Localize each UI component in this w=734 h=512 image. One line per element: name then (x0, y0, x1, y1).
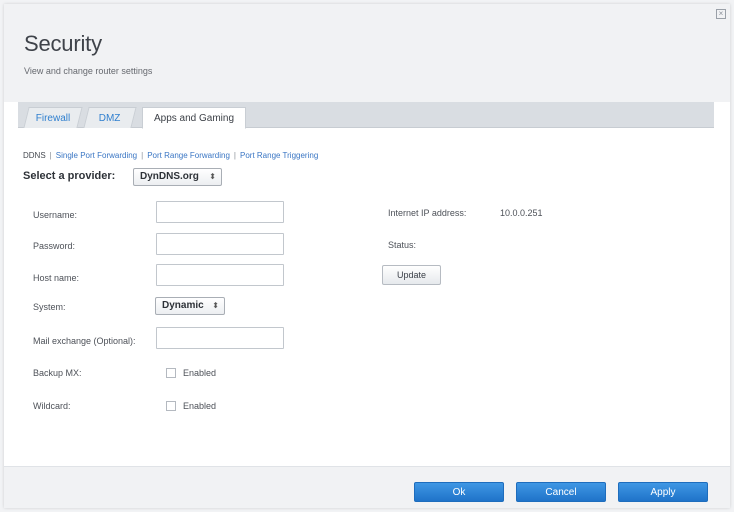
footer: Ok Cancel Apply (4, 466, 730, 508)
update-button[interactable]: Update (382, 265, 441, 285)
tab-label: DMZ (98, 113, 121, 124)
backup-mx-label: Backup MX: (33, 368, 82, 378)
separator: | (141, 151, 144, 160)
tab-firewall[interactable]: Firewall (23, 107, 83, 128)
provider-label: Select a provider: (23, 170, 116, 182)
mail-exchange-input[interactable] (156, 327, 284, 349)
internet-ip-label: Internet IP address: (388, 208, 467, 218)
tab-dmz[interactable]: DMZ (83, 107, 137, 128)
hostname-input[interactable] (156, 264, 284, 286)
backup-mx-checkbox[interactable] (166, 368, 176, 378)
wildcard-label: Wildcard: (33, 401, 71, 411)
tab-label: Apps and Gaming (153, 113, 235, 124)
subnav-port-range-triggering[interactable]: Port Range Triggering (240, 151, 318, 160)
ok-button[interactable]: Ok (414, 482, 504, 502)
hostname-label: Host name: (33, 273, 80, 283)
select-arrows-icon: ⬍ (212, 301, 219, 310)
password-input[interactable] (156, 233, 284, 255)
password-label: Password: (33, 241, 76, 251)
separator: | (49, 151, 52, 160)
system-select[interactable]: Dynamic ⬍ (155, 297, 225, 315)
page-title: Security (24, 31, 102, 56)
tab-strip: Firewall DMZ Apps and Gaming (18, 102, 714, 129)
internet-ip-value: 10.0.0.251 (500, 208, 543, 218)
wildcard-checkbox[interactable] (166, 401, 176, 411)
mail-exchange-label: Mail exchange (Optional): (33, 336, 136, 346)
status-label: Status: (388, 240, 417, 250)
subnav-ddns[interactable]: DDNS (23, 151, 46, 160)
cancel-button[interactable]: Cancel (516, 482, 606, 502)
provider-select-value: DynDNS.org (140, 171, 199, 182)
security-dialog: Security View and change router settings… (4, 4, 730, 508)
select-arrows-icon: ⬍ (209, 172, 216, 181)
close-icon[interactable]: × (716, 9, 726, 19)
apply-button[interactable]: Apply (618, 482, 708, 502)
wildcard-enabled-label: Enabled (183, 401, 217, 411)
provider-select[interactable]: DynDNS.org ⬍ (133, 168, 222, 186)
header: Security View and change router settings… (4, 4, 730, 102)
username-input[interactable] (156, 201, 284, 223)
separator: | (233, 151, 236, 160)
system-select-value: Dynamic (162, 300, 204, 311)
subnav-port-range-forwarding[interactable]: Port Range Forwarding (147, 151, 230, 160)
username-label: Username: (33, 210, 78, 220)
system-label: System: (33, 302, 66, 312)
backup-mx-enabled-label: Enabled (183, 368, 217, 378)
subnav-single-port-forwarding[interactable]: Single Port Forwarding (56, 151, 137, 160)
tab-label: Firewall (35, 113, 70, 124)
sub-navigation: DDNS | Single Port Forwarding | Port Range F… (23, 151, 318, 160)
page-subtitle: View and change router settings (24, 66, 153, 76)
tab-apps-and-gaming[interactable]: Apps and Gaming (142, 107, 246, 129)
